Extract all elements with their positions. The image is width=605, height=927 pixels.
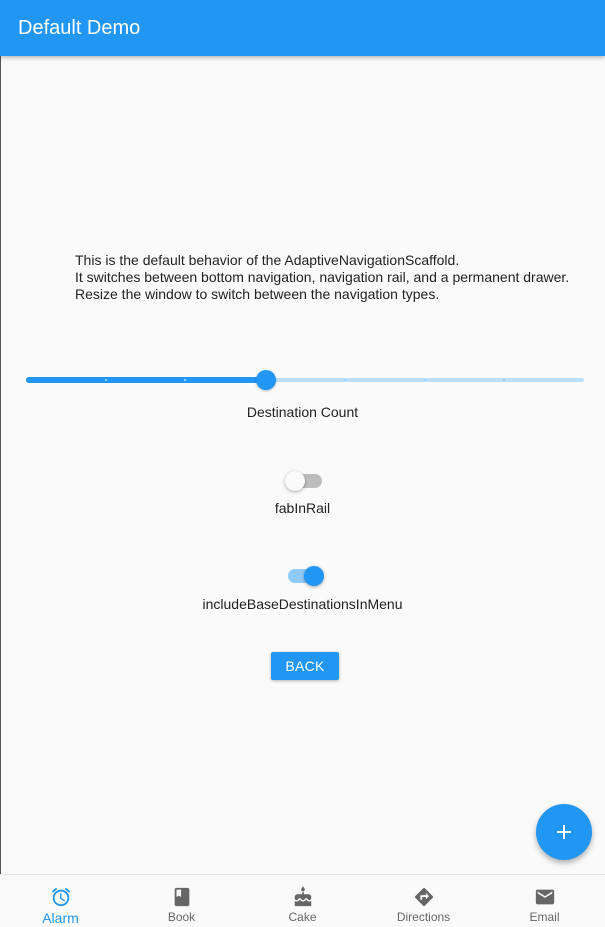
book-icon [170, 885, 194, 909]
app-bar-title: Default Demo [18, 16, 141, 39]
email-icon [533, 885, 557, 909]
cake-icon [291, 885, 315, 909]
include-base-destinations-switch[interactable] [288, 566, 324, 586]
nav-label-directions: Directions [396, 910, 451, 924]
nav-label-email: Email [529, 910, 560, 924]
directions-icon [412, 885, 436, 909]
nav-label-book: Book [167, 910, 196, 924]
add-fab-button[interactable] [536, 804, 592, 860]
nav-item-cake[interactable]: Cake [242, 875, 363, 927]
back-button[interactable]: BACK [271, 652, 339, 680]
slider-tick [503, 379, 505, 381]
app-bar: Default Demo [0, 0, 605, 56]
slider-tick [105, 379, 107, 381]
fab-in-rail-label: fabInRail [274, 500, 331, 516]
slider-track-active [26, 377, 266, 383]
fab-in-rail-switch[interactable] [285, 471, 322, 491]
bottom-navigation: Alarm Book Cake Directions Email [0, 874, 605, 927]
nav-label-cake: Cake [288, 910, 317, 924]
nav-label-alarm: Alarm [42, 910, 79, 926]
alarm-icon [49, 885, 73, 909]
nav-item-alarm[interactable]: Alarm [0, 875, 121, 927]
description-line: It switches between bottom navigation, n… [75, 269, 570, 285]
description-text: This is the default behavior of the Adap… [75, 252, 569, 303]
include-base-destinations-label: includeBaseDestinationsInMenu [202, 596, 403, 612]
description-line: This is the default behavior of the Adap… [75, 252, 460, 268]
slider-tick [424, 379, 426, 381]
destination-count-slider[interactable] [26, 368, 584, 392]
switch-thumb [304, 566, 324, 586]
window-left-edge [0, 56, 1, 874]
slider-tick [344, 379, 346, 381]
slider-thumb[interactable] [256, 370, 276, 390]
description-line: Resize the window to switch between the … [75, 286, 440, 302]
nav-item-book[interactable]: Book [121, 875, 242, 927]
slider-tick [184, 379, 186, 381]
nav-item-directions[interactable]: Directions [363, 875, 484, 927]
slider-label: Destination Count [246, 404, 359, 420]
add-icon [557, 825, 571, 839]
switch-thumb [285, 471, 305, 491]
nav-item-email[interactable]: Email [484, 875, 605, 927]
